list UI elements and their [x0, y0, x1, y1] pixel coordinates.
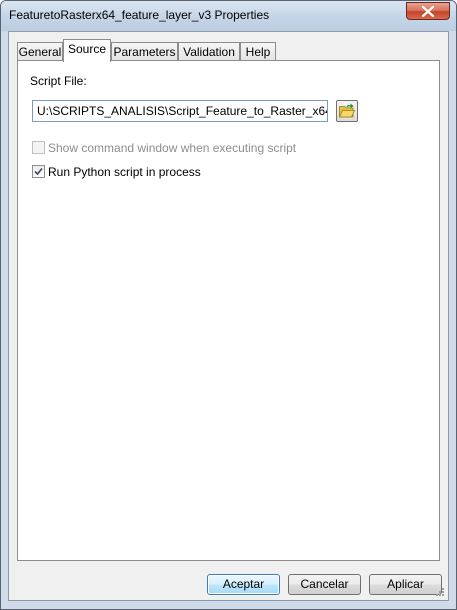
tab-validation[interactable]: Validation: [178, 42, 240, 61]
source-tab-panel: Script File: U:\SCRIPTS_ANALISIS\Script_…: [17, 60, 440, 561]
title-bar[interactable]: FeaturetoRasterx64_feature_layer_v3 Prop…: [1, 1, 456, 31]
close-button[interactable]: [406, 2, 450, 20]
tab-general[interactable]: General: [17, 42, 63, 61]
tab-source[interactable]: Source: [63, 39, 111, 62]
close-icon: [422, 6, 434, 17]
resize-grip-icon[interactable]: [435, 587, 445, 597]
properties-dialog: FeaturetoRasterx64_feature_layer_v3 Prop…: [0, 0, 457, 610]
checkmark-icon: [34, 167, 43, 176]
browse-button[interactable]: [336, 100, 358, 122]
show-command-window-checkbox[interactable]: [32, 141, 45, 154]
show-command-window-label: Show command window when executing scrip…: [48, 141, 297, 155]
tab-parameters[interactable]: Parameters: [111, 42, 178, 61]
script-path-field[interactable]: U:\SCRIPTS_ANALISIS\Script_Feature_to_Ra…: [32, 100, 328, 122]
run-in-process-label: Run Python script in process: [48, 165, 201, 179]
window-title: FeaturetoRasterx64_feature_layer_v3 Prop…: [9, 8, 270, 22]
dialog-body: General Source Parameters Validation Hel…: [8, 31, 449, 601]
open-folder-icon: [338, 103, 356, 118]
cancel-button[interactable]: Cancelar: [288, 574, 361, 595]
apply-button[interactable]: Aplicar: [369, 574, 442, 595]
tab-help[interactable]: Help: [240, 42, 276, 61]
run-in-process-checkbox[interactable]: [32, 165, 45, 178]
script-file-label: Script File:: [30, 74, 87, 88]
ok-button[interactable]: Aceptar: [207, 574, 280, 595]
